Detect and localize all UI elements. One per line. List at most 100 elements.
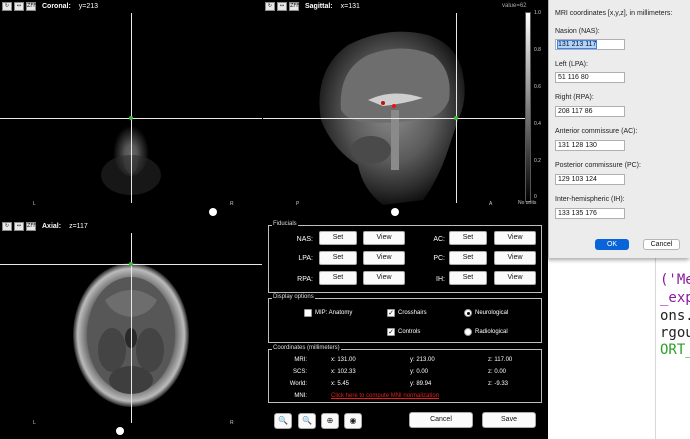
scs-z-value: z: 0.00 <box>488 369 507 375</box>
sagittal-crosshair-horizontal <box>263 118 525 119</box>
coronal-crosshair-vertical <box>131 13 132 203</box>
scs-coord-label: SCS: <box>292 369 307 375</box>
flip-icon[interactable]: ↔ <box>14 2 24 11</box>
rpa-field[interactable]: 208 117 86 <box>555 106 625 117</box>
sagittal-left-label: P <box>296 201 300 207</box>
dialog-heading: MRI coordinates [x,y,z], in millimeters: <box>555 10 673 17</box>
controls-label: Controls <box>398 329 421 335</box>
flip-icon[interactable]: ↔ <box>14 222 24 231</box>
ih-field[interactable]: 133 135 176 <box>555 208 625 219</box>
ac-view-button[interactable]: View <box>494 231 536 245</box>
ac-field-label: Anterior commissure (AC): <box>555 128 638 135</box>
rpa-label: RPA: <box>297 276 313 283</box>
dialog-ok-button[interactable]: OK <box>595 239 629 250</box>
world-coord-label: World: <box>289 381 307 387</box>
radiological-label: Radiological <box>475 329 508 335</box>
ac-set-button[interactable]: Set <box>449 231 487 245</box>
colorbar-tick: 0.4 <box>534 121 541 127</box>
axial-header: ↻ ↔ ZFF Axial: z=117 <box>0 220 88 233</box>
sagittal-right-label: A <box>489 201 493 207</box>
controls-checkbox[interactable]: ✓ <box>387 328 395 336</box>
mip-anatomy-checkbox[interactable] <box>304 309 312 317</box>
mri-z-value: z: 117.00 <box>488 357 513 363</box>
world-y-value: y: 89.94 <box>410 381 432 387</box>
neurological-label: Neurological <box>475 310 509 316</box>
pc-view-button[interactable]: View <box>494 251 536 265</box>
pc-label: PC: <box>433 255 445 262</box>
colorbar-units: No units <box>518 200 537 206</box>
pc-field-label: Posterior commissure (PC): <box>555 162 641 169</box>
world-z-value: z: -9.33 <box>488 381 509 387</box>
ih-label: IH: <box>436 276 445 283</box>
zoom-icon[interactable]: ZFF <box>289 2 299 11</box>
ih-view-button[interactable]: View <box>494 271 536 285</box>
rpa-view-button[interactable]: View <box>363 271 405 285</box>
scs-y-value: y: 0.00 <box>410 369 429 375</box>
ac-field[interactable]: 131 128 130 <box>555 140 625 151</box>
ac-label: AC: <box>433 236 445 243</box>
sagittal-view[interactable]: ↻ ↔ ZFF Sagittal: x=131 P A <box>263 0 548 218</box>
rotate-icon[interactable]: ↻ <box>2 2 12 11</box>
colorbar-tick: 0.8 <box>534 47 541 53</box>
screen: ('Me _exp ons. rgou ORT_ ↻ ↔ ZFF Coronal… <box>0 0 690 439</box>
zoom-out-icon[interactable]: 🔍 <box>298 413 316 429</box>
editor-gutter-line <box>655 258 656 439</box>
nas-marker <box>129 116 133 120</box>
lpa-field[interactable]: 51 116 80 <box>555 72 625 83</box>
sagittal-slice-slider-handle[interactable] <box>391 208 399 216</box>
mri-viewer-window: ↻ ↔ ZFF Coronal: y=213 L R ↻ ↔ ZFF Sagit… <box>0 0 548 439</box>
save-button[interactable]: Save <box>482 412 536 428</box>
mri-x-value: x: 131.00 <box>331 357 356 363</box>
mri-coord-label: MRI: <box>294 357 307 363</box>
sagittal-slice-image <box>319 31 465 205</box>
rpa-set-button[interactable]: Set <box>319 271 357 285</box>
colorbar-tick: 0.6 <box>534 84 541 90</box>
nas-set-button[interactable]: Set <box>319 231 357 245</box>
axial-coord: z=117 <box>69 223 88 230</box>
display-options-title: Display options <box>272 294 315 300</box>
code-line: ('Me <box>660 272 690 288</box>
ih-set-button[interactable]: Set <box>449 271 487 285</box>
sagittal-crosshair-vertical <box>456 13 457 203</box>
coronal-coord: y=213 <box>78 3 99 10</box>
coronal-header: ↻ ↔ ZFF Coronal: y=213 <box>0 0 98 13</box>
code-line: ons. <box>660 308 690 324</box>
axial-slice-slider-handle[interactable] <box>116 427 124 435</box>
rpa-field-label: Right (RPA): <box>555 94 594 101</box>
rotate-icon[interactable]: ↻ <box>265 2 275 11</box>
axial-view[interactable]: ↻ ↔ ZFF Axial: z=117 L R <box>0 220 262 439</box>
display-options-panel: Display options <box>268 294 542 343</box>
nas-marker <box>129 262 133 266</box>
nas-marker <box>454 116 458 120</box>
world-x-value: x: 5.45 <box>331 381 350 387</box>
pin-icon[interactable]: ◉ <box>344 413 362 429</box>
coronal-view[interactable]: ↻ ↔ ZFF Coronal: y=213 L R <box>0 0 262 218</box>
nas-view-button[interactable]: View <box>363 231 405 245</box>
coronal-left-label: L <box>33 201 36 207</box>
lpa-set-button[interactable]: Set <box>319 251 357 265</box>
mri-y-value: y: 213.00 <box>410 357 435 363</box>
pc-set-button[interactable]: Set <box>449 251 487 265</box>
zoom-icon[interactable]: ZFF <box>26 2 36 11</box>
compute-mni-link[interactable]: Click here to compute MNI normalization <box>331 393 439 399</box>
nas-field[interactable]: 131 213 117 <box>555 39 625 50</box>
dialog-cancel-button[interactable]: Cancel <box>643 239 680 250</box>
flip-icon[interactable]: ↔ <box>277 2 287 11</box>
zoom-icon[interactable]: ZFF <box>26 222 36 231</box>
crosshairs-label: Crosshairs <box>398 310 427 316</box>
neurological-radio[interactable] <box>464 309 472 317</box>
crosshairs-checkbox[interactable]: ✓ <box>387 309 395 317</box>
target-icon[interactable]: ⊕ <box>321 413 339 429</box>
coronal-slice-slider-handle[interactable] <box>209 208 217 216</box>
rotate-icon[interactable]: ↻ <box>2 222 12 231</box>
cancel-button[interactable]: Cancel <box>409 412 473 428</box>
mip-anatomy-label: MIP: Anatomy <box>315 310 353 316</box>
lpa-view-button[interactable]: View <box>363 251 405 265</box>
colorbar <box>525 12 531 202</box>
sagittal-title: Sagittal: <box>305 3 333 10</box>
sagittal-header: ↻ ↔ ZFF Sagittal: x=131 <box>263 0 360 13</box>
zoom-in-icon[interactable]: 🔍 <box>274 413 292 429</box>
radiological-radio[interactable] <box>464 328 472 336</box>
colorbar-tick: 1.0 <box>534 10 541 16</box>
pc-field[interactable]: 129 103 124 <box>555 174 625 185</box>
